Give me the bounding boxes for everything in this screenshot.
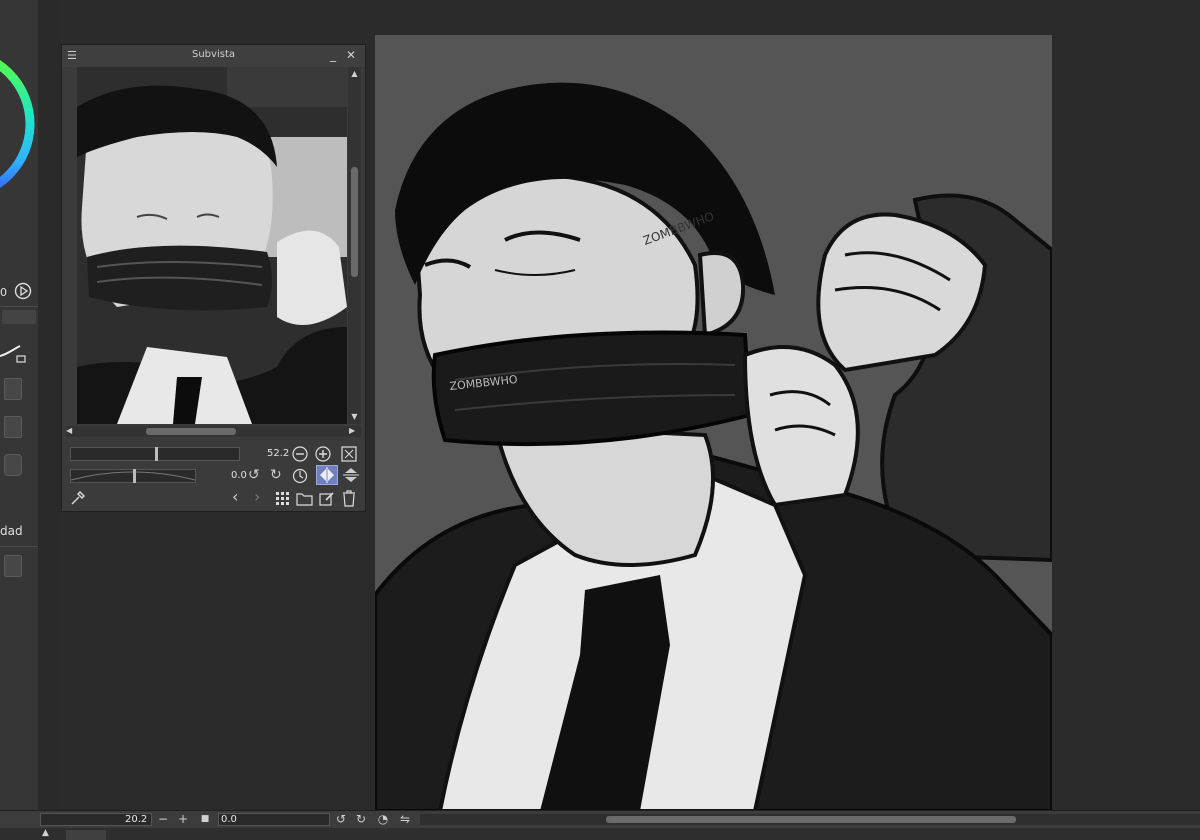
reset-rotation-icon[interactable]	[292, 468, 308, 484]
subview-title: Subvista	[192, 49, 235, 60]
left-value-partial: 0	[0, 286, 7, 299]
navigator-rotation-field[interactable]: 0.0	[218, 813, 330, 826]
left-next-button[interactable]	[4, 555, 22, 577]
drawing-canvas[interactable]: ZOMBBWHO ZOMBBWHO	[375, 35, 1052, 811]
reference-photo	[77, 67, 347, 424]
zoom-plus-icon[interactable]: +	[176, 812, 190, 826]
fit-window-icon[interactable]	[341, 446, 357, 462]
flip-icon[interactable]: ⇋	[398, 812, 412, 826]
vertical-scroll-thumb[interactable]	[351, 167, 358, 277]
grid-view-icon[interactable]	[275, 491, 291, 507]
left-palette-strip: 0 dad	[0, 0, 39, 810]
next-icon[interactable]: ›	[254, 489, 260, 505]
zoom-minus-icon[interactable]: −	[156, 812, 170, 826]
canvas-artwork: ZOMBBWHO ZOMBBWHO	[375, 82, 1052, 811]
rotate-left-icon[interactable]: ↺	[248, 468, 260, 482]
lock-icon	[16, 355, 26, 363]
navigator-rotation-value: 0.0	[221, 814, 237, 825]
reference-image[interactable]	[77, 67, 347, 424]
checkbox-icon[interactable]	[4, 378, 22, 400]
trash-icon[interactable]	[342, 490, 356, 507]
subview-rotation-slider[interactable]	[70, 469, 196, 483]
edit-icon[interactable]	[319, 491, 335, 507]
scroll-down-icon[interactable]: ▼	[348, 410, 361, 424]
canvas-horizontal-scrollbar[interactable]	[420, 814, 1200, 825]
navigator-zoom-value: 20.2	[125, 814, 148, 825]
zoom-out-icon[interactable]	[292, 446, 308, 462]
brush-preview-icon	[0, 345, 26, 363]
expand-up-icon[interactable]: ▲	[42, 826, 49, 840]
canvas-scroll-thumb[interactable]	[606, 816, 1016, 823]
left-toggle[interactable]	[2, 310, 36, 324]
scroll-up-icon[interactable]: ▲	[348, 67, 361, 81]
fit-icon[interactable]: ■	[198, 812, 212, 826]
status-tab[interactable]	[66, 830, 106, 840]
flip-vertical-icon[interactable]	[342, 466, 360, 484]
zoom-in-icon[interactable]	[315, 446, 331, 462]
play-icon[interactable]	[14, 282, 32, 300]
close-icon[interactable]: ✕	[346, 48, 356, 62]
rotate-right-icon[interactable]: ↻	[270, 468, 282, 482]
subview-rotation-value: 0.0	[231, 470, 247, 481]
minimize-icon[interactable]: _	[330, 48, 336, 62]
status-strip: ▲	[0, 828, 1200, 840]
subview-zoom-value: 52.2	[267, 448, 290, 459]
left-option-button[interactable]	[4, 416, 22, 438]
color-wheel[interactable]	[0, 44, 38, 204]
subview-panel: ☰ Subvista _ ✕ ▲ ▼ ◀ ▶ 52.2 0.0 ↺ ↻ ‹ ›	[61, 44, 366, 512]
navigator-bar: 20.2 − + ■ 0.0 ↺ ↻ ◔ ⇋	[0, 810, 1200, 829]
navigator-zoom-field[interactable]: 20.2	[40, 813, 152, 826]
open-folder-icon[interactable]	[296, 491, 314, 507]
reset-rotation-icon[interactable]: ◔	[376, 812, 390, 826]
scroll-right-icon[interactable]: ▶	[349, 424, 355, 438]
subview-horizontal-scrollbar[interactable]: ◀ ▶	[66, 426, 361, 437]
previous-icon[interactable]: ‹	[232, 489, 238, 505]
gutter	[39, 0, 61, 810]
scroll-left-icon[interactable]: ◀	[66, 424, 72, 438]
subview-titlebar[interactable]: ☰ Subvista _ ✕	[62, 45, 365, 67]
subview-vertical-scrollbar[interactable]: ▲ ▼	[348, 67, 361, 424]
horizontal-scroll-thumb[interactable]	[146, 428, 236, 435]
rotate-left-icon[interactable]: ↺	[334, 812, 348, 826]
left-label-partial: dad	[0, 524, 23, 538]
flip-horizontal-icon[interactable]	[316, 465, 338, 485]
subview-zoom-slider[interactable]	[70, 447, 240, 461]
rotate-right-icon[interactable]: ↻	[354, 812, 368, 826]
left-dropdown-button[interactable]	[4, 454, 22, 476]
eyedropper-icon[interactable]	[70, 490, 86, 506]
